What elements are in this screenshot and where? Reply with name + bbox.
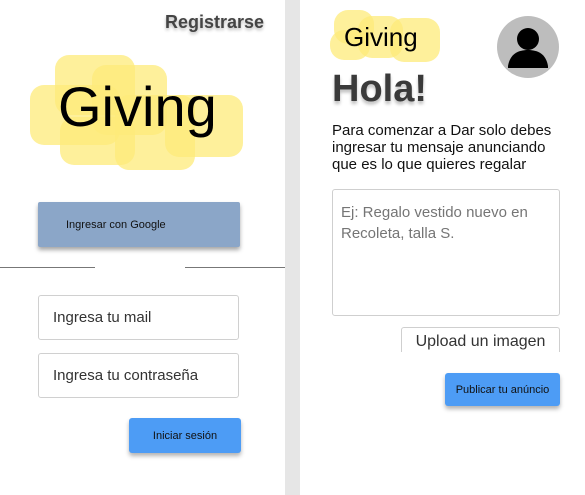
divider-left — [0, 267, 95, 268]
giving-logo: Giving — [330, 8, 445, 66]
logo-text: Giving — [344, 22, 418, 52]
login-button[interactable]: Iniciar sesión — [129, 418, 241, 453]
password-field[interactable]: Ingresa tu contraseña — [38, 353, 239, 398]
post-screen: Giving Hola! Para comenzar a Dar solo de… — [300, 0, 585, 495]
logo-text: Giving — [58, 75, 217, 138]
divider-right — [185, 267, 285, 268]
greeting-title: Hola! — [332, 68, 427, 110]
giving-logo: Giving — [30, 55, 245, 175]
message-input[interactable] — [332, 189, 560, 316]
google-login-button[interactable]: Ingresar con Google — [38, 202, 240, 247]
avatar[interactable] — [497, 16, 559, 78]
upload-image-button[interactable]: Upload un imagen — [401, 327, 560, 352]
user-silhouette-icon — [508, 28, 548, 68]
register-link[interactable]: Registrarse — [165, 12, 264, 33]
login-screen: Registrarse Giving Ingresar con Google I… — [0, 0, 285, 495]
publish-button[interactable]: Publicar tu anúncio — [445, 373, 560, 406]
email-field[interactable]: Ingresa tu mail — [38, 295, 239, 340]
intro-text: Para comenzar a Dar solo debes ingresar … — [332, 122, 552, 173]
